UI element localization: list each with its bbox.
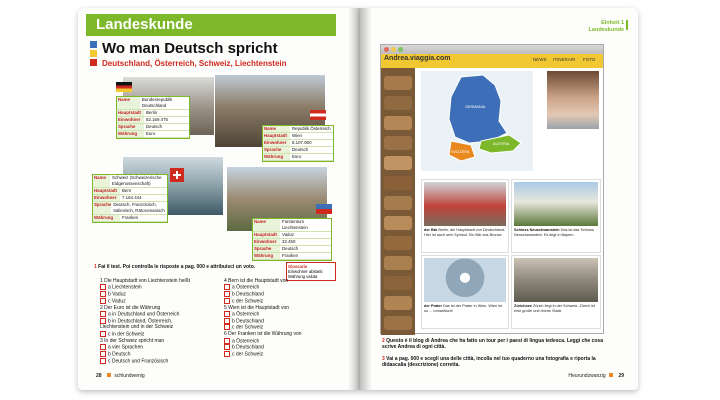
footer-text: schlundwenig xyxy=(114,373,145,379)
section-label: Landeskunde xyxy=(96,16,193,33)
unit-accent xyxy=(626,20,628,30)
right-page: Einheit 1 Landeskunde Andrea.viaggia.com… xyxy=(360,8,638,390)
textbook-spread: Landeskunde Wo man Deutsch spricht Deuts… xyxy=(78,8,638,390)
maximize-dot-icon[interactable] xyxy=(398,47,403,52)
checkbox[interactable] xyxy=(224,291,230,298)
left-page: Landeskunde Wo man Deutsch spricht Deuts… xyxy=(78,8,360,390)
instruction-3: 3 Vai a pag. 000 e scegli una delle citt… xyxy=(382,356,596,369)
suitcase-icon xyxy=(384,256,412,270)
suitcase-strip xyxy=(381,68,415,335)
nav-itinerari[interactable]: ITINERARI xyxy=(553,57,575,62)
ferris-wheel-photo xyxy=(424,258,506,302)
switzerland-flag-icon xyxy=(170,168,184,182)
accent-square xyxy=(90,41,97,48)
infobox-liechtenstein: Name Fürstentum Liechtenstein Hauptstadt V… xyxy=(252,218,332,261)
page-title: Wo man Deutsch spricht xyxy=(102,40,278,57)
suitcase-icon xyxy=(384,96,412,110)
page-subtitle: Deutschland, Österreich, Schweiz, Liecht… xyxy=(102,59,287,68)
suitcase-icon xyxy=(384,236,412,250)
suitcase-icon xyxy=(384,136,412,150)
unit-label: Einheit 1 Landeskunde xyxy=(588,20,624,33)
suitcase-icon xyxy=(384,216,412,230)
infobox-austria: Name Republik Österreich Hauptstadt Wien E… xyxy=(262,125,334,162)
checkbox[interactable] xyxy=(224,337,230,344)
checkbox[interactable] xyxy=(100,284,106,291)
germany-map-icon xyxy=(448,74,522,162)
checkbox[interactable] xyxy=(224,317,230,324)
germany-flag-icon xyxy=(116,82,132,92)
infobox-germany: Name Bundesrepublik Deutschland Hauptstad… xyxy=(116,96,190,139)
checkbox[interactable] xyxy=(224,324,230,331)
checkbox[interactable] xyxy=(100,291,106,298)
tile-neuschwanstein[interactable]: Schloss Neuschwanstein Das ist das Schlo… xyxy=(511,179,601,253)
lake-photo xyxy=(514,258,598,302)
suitcase-icon xyxy=(384,276,412,290)
blog-browser-window: Andrea.viaggia.com NEWS ITINERARI FOTO G… xyxy=(380,44,604,335)
map-label-austria: AUSTRIA xyxy=(493,142,510,146)
footer-square xyxy=(106,373,111,377)
blog-header: Andrea.viaggia.com NEWS ITINERARI FOTO xyxy=(381,54,603,68)
checkbox[interactable] xyxy=(224,351,230,358)
exercise-instruction: 1 Fai il test. Poi controlla le risposte… xyxy=(94,264,256,270)
close-dot-icon[interactable] xyxy=(384,47,389,52)
page-number: 28 xyxy=(96,373,102,379)
andrea-photo xyxy=(547,71,599,129)
tile-prater[interactable]: der Prater Das ist der Prater in Wien. W… xyxy=(421,255,509,329)
infobox-switzerland: Name Schweiz (Schweizerische Eidgenossens… xyxy=(92,174,168,223)
instruction-2: 2 Questo è il blog di Andrea che ha fatt… xyxy=(382,338,603,351)
tile-zuerichsee[interactable]: Zürichsee Zürich liegt in der Schweiz. Z… xyxy=(511,255,601,329)
austria-flag-icon xyxy=(310,110,326,120)
checkbox[interactable] xyxy=(224,311,230,318)
questions-column-right: 4 Bern ist die Hauptstadt von a Österrei… xyxy=(224,278,324,358)
bear-photo xyxy=(424,182,506,226)
suitcase-icon xyxy=(384,156,412,170)
suitcase-icon xyxy=(384,76,412,90)
right-footer: Heurundzwanzig 29 xyxy=(568,373,624,379)
liechtenstein-flag-icon xyxy=(316,204,332,214)
accent-square xyxy=(90,59,97,66)
suitcase-icon xyxy=(384,176,412,190)
minimize-dot-icon[interactable] xyxy=(391,47,396,52)
footer-text: Heurundzwanzig xyxy=(568,373,606,379)
checkbox[interactable] xyxy=(224,297,230,304)
map-label-switzerland: SVIZZERA xyxy=(451,150,470,154)
left-footer: 28 schlundwenig xyxy=(96,373,145,379)
suitcase-icon xyxy=(384,116,412,130)
checkbox[interactable] xyxy=(100,350,106,357)
nav-news[interactable]: NEWS xyxy=(533,57,547,62)
blog-url[interactable]: Andrea.viaggia.com xyxy=(384,55,451,62)
page-number: 29 xyxy=(618,373,624,379)
checkbox[interactable] xyxy=(100,357,106,364)
tile-berlin[interactable]: der Bär Berlin, die Hauptstadt von Deuts… xyxy=(421,179,509,253)
suitcase-icon xyxy=(384,316,412,330)
checkbox[interactable] xyxy=(100,297,106,304)
checkbox[interactable] xyxy=(100,317,106,324)
checkbox[interactable] xyxy=(224,284,230,291)
suitcase-icon xyxy=(384,196,412,210)
checkbox[interactable] xyxy=(224,344,230,351)
nav-foto[interactable]: FOTO xyxy=(583,57,595,62)
checkbox[interactable] xyxy=(100,344,106,351)
accent-square xyxy=(90,50,97,57)
map-label-germany: GERMANIA xyxy=(465,105,486,109)
footer-square xyxy=(609,373,614,377)
suitcase-icon xyxy=(384,296,412,310)
book-spine xyxy=(348,8,372,390)
questions-column-left: 1 Die Hauptstadt von Liechtenstein heißt… xyxy=(100,278,202,364)
checkbox[interactable] xyxy=(100,311,106,318)
map-area: GERMANIA AUSTRIA SVIZZERA xyxy=(421,71,533,171)
checkbox[interactable] xyxy=(100,330,106,337)
browser-titlebar xyxy=(381,45,603,54)
castle-photo xyxy=(514,182,598,226)
